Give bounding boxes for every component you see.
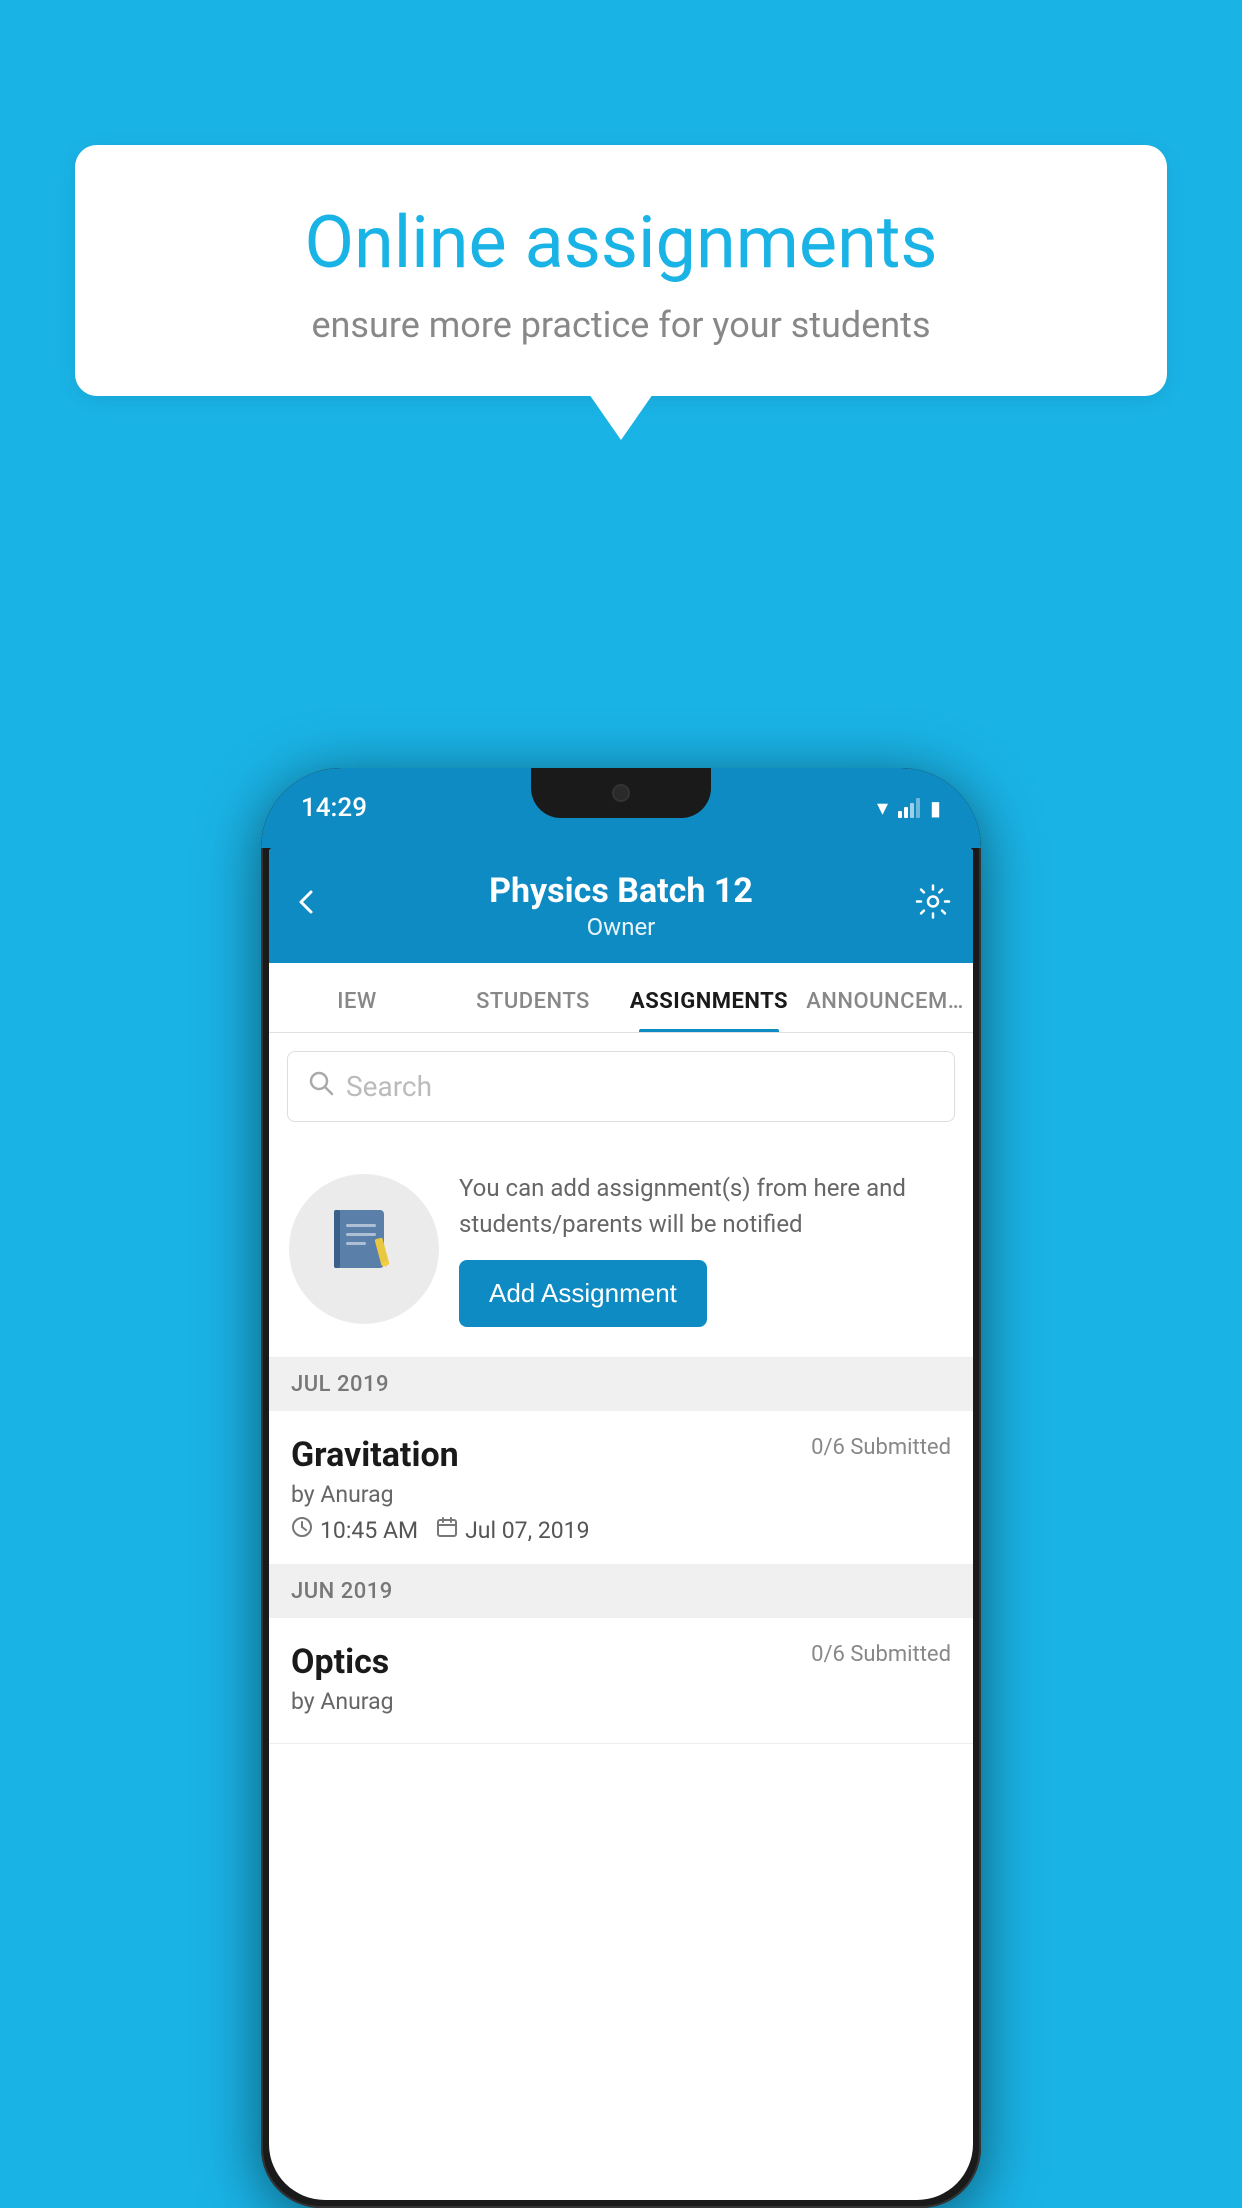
assignment-date: Jul 07, 2019 (465, 1517, 589, 1544)
section-header-jun: JUN 2019 (269, 1565, 973, 1618)
assignment-by: by Anurag (291, 1481, 951, 1508)
search-placeholder: Search (346, 1070, 432, 1103)
tab-assignments[interactable]: ASSIGNMENTS (621, 963, 797, 1032)
signal-icon (898, 798, 920, 818)
submitted-badge: 0/6 Submitted (811, 1435, 951, 1460)
header-subtitle: Owner (489, 913, 753, 941)
intro-right: You can add assignment(s) from here and … (459, 1170, 953, 1327)
search-container: Search (269, 1033, 973, 1140)
header-title: Physics Batch 12 (489, 871, 753, 911)
bubble-subtitle: ensure more practice for your students (135, 304, 1107, 346)
assignment-time: 10:45 AM (320, 1517, 418, 1544)
intro-description: You can add assignment(s) from here and … (459, 1170, 953, 1242)
assignment-item-optics[interactable]: Optics 0/6 Submitted by Anurag (269, 1618, 973, 1744)
search-bar[interactable]: Search (287, 1051, 955, 1122)
add-assignment-button[interactable]: Add Assignment (459, 1260, 707, 1327)
notch (531, 768, 711, 818)
app-header: Physics Batch 12 Owner (269, 848, 973, 963)
assignment-top-row: Gravitation 0/6 Submitted (291, 1435, 951, 1475)
assignment-meta: 10:45 AM Jul 07, 2019 (291, 1516, 951, 1544)
tab-overview[interactable]: IEW (269, 963, 445, 1032)
calendar-icon (436, 1516, 458, 1544)
tab-students[interactable]: STUDENTS (445, 963, 621, 1032)
submitted-badge-optics: 0/6 Submitted (811, 1642, 951, 1667)
clock-icon (291, 1516, 313, 1544)
assignment-item-gravitation[interactable]: Gravitation 0/6 Submitted by Anurag 10:4… (269, 1411, 973, 1565)
tab-bar: IEW STUDENTS ASSIGNMENTS ANNOUNCEM… (269, 963, 973, 1033)
status-icons: ▾ ▮ (877, 796, 941, 821)
bubble-title: Online assignments (135, 200, 1107, 286)
section-header-jul: JUL 2019 (269, 1358, 973, 1411)
time-meta: 10:45 AM (291, 1516, 418, 1544)
assignment-top-row-optics: Optics 0/6 Submitted (291, 1642, 951, 1682)
battery-icon: ▮ (930, 796, 941, 820)
wifi-icon: ▾ (877, 796, 888, 821)
assignment-name-optics: Optics (291, 1642, 389, 1682)
search-icon (308, 1070, 334, 1103)
assignment-name: Gravitation (291, 1435, 459, 1475)
assignment-by-optics: by Anurag (291, 1688, 951, 1715)
back-button[interactable] (291, 886, 321, 926)
speech-bubble: Online assignments ensure more practice … (75, 145, 1167, 396)
front-camera (612, 784, 630, 802)
tab-announcements[interactable]: ANNOUNCEM… (797, 963, 973, 1032)
notebook-icon (324, 1200, 404, 1298)
intro-card: You can add assignment(s) from here and … (269, 1140, 973, 1358)
phone-screen: Physics Batch 12 Owner IEW STUDENTS ASSI… (269, 848, 973, 2200)
status-time: 14:29 (301, 793, 367, 823)
phone-frame: 14:29 ▾ ▮ Physics Batch 12 Owner (261, 768, 981, 2208)
speech-bubble-container: Online assignments ensure more practice … (75, 145, 1167, 396)
header-center: Physics Batch 12 Owner (489, 871, 753, 941)
assignment-icon-circle (289, 1174, 439, 1324)
settings-button[interactable] (915, 883, 951, 928)
date-meta: Jul 07, 2019 (436, 1516, 589, 1544)
